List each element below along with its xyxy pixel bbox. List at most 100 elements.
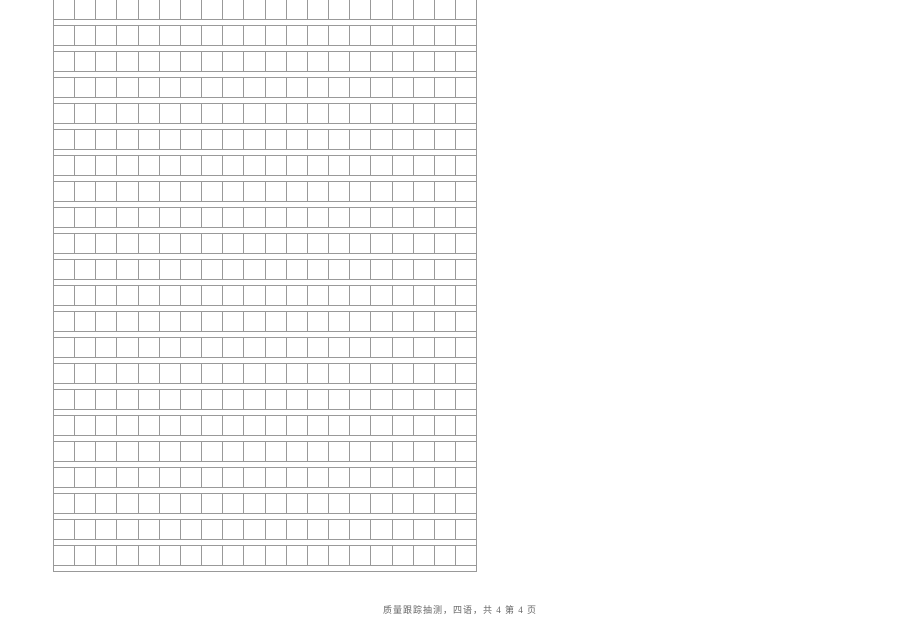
- grid-cell: [308, 234, 329, 253]
- grid-cell: [266, 416, 287, 435]
- grid-row: [53, 364, 477, 390]
- grid-cell: [75, 234, 96, 253]
- grid-cell: [181, 286, 202, 305]
- grid-cell: [329, 26, 350, 45]
- grid-cell: [223, 260, 244, 279]
- grid-cell: [393, 286, 414, 305]
- grid-cell: [393, 546, 414, 565]
- grid-cell: [287, 260, 308, 279]
- grid-cell: [350, 468, 371, 487]
- gap-row: [53, 227, 477, 234]
- grid-cell: [350, 442, 371, 461]
- grid-cell: [223, 390, 244, 409]
- gap-row: [53, 253, 477, 260]
- grid-cell: [308, 390, 329, 409]
- grid-cell: [350, 312, 371, 331]
- grid-cell: [393, 442, 414, 461]
- grid-cell: [329, 416, 350, 435]
- grid-cell: [54, 26, 75, 45]
- grid-cell: [287, 104, 308, 123]
- gap-row: [53, 565, 477, 572]
- gap-row: [53, 383, 477, 390]
- grid-row: [53, 494, 477, 520]
- grid-cell: [244, 286, 265, 305]
- grid-cell: [75, 468, 96, 487]
- grid-cell: [181, 520, 202, 539]
- grid-cell: [139, 208, 160, 227]
- grid-cell: [371, 182, 392, 201]
- grid-cell: [96, 52, 117, 71]
- grid-cell: [160, 286, 181, 305]
- grid-cell: [308, 182, 329, 201]
- grid-cell: [287, 208, 308, 227]
- grid-cell: [223, 312, 244, 331]
- grid-cell: [414, 26, 435, 45]
- grid-cell: [350, 78, 371, 97]
- grid-cell: [371, 156, 392, 175]
- grid-cell: [414, 338, 435, 357]
- grid-cell: [414, 520, 435, 539]
- grid-cell: [435, 130, 456, 149]
- grid-cell: [160, 338, 181, 357]
- grid-cell: [266, 520, 287, 539]
- grid-cell: [202, 182, 223, 201]
- grid-row: [53, 312, 477, 338]
- grid-cell: [287, 286, 308, 305]
- grid-cell: [75, 0, 96, 19]
- grid-cell: [350, 104, 371, 123]
- grid-cell: [54, 468, 75, 487]
- grid-cell: [139, 130, 160, 149]
- grid-cell: [393, 416, 414, 435]
- grid-cell: [266, 78, 287, 97]
- cells-row: [53, 260, 477, 279]
- grid-row: [53, 208, 477, 234]
- grid-cell: [96, 182, 117, 201]
- grid-cell: [244, 520, 265, 539]
- grid-cell: [266, 104, 287, 123]
- grid-cell: [54, 364, 75, 383]
- grid-cell: [96, 442, 117, 461]
- grid-cell: [287, 520, 308, 539]
- cells-row: [53, 442, 477, 461]
- grid-cell: [117, 442, 138, 461]
- grid-cell: [223, 234, 244, 253]
- grid-cell: [160, 260, 181, 279]
- grid-cell: [96, 416, 117, 435]
- grid-cell: [414, 130, 435, 149]
- grid-cell: [456, 286, 477, 305]
- grid-cell: [329, 390, 350, 409]
- grid-cell: [287, 494, 308, 513]
- grid-cell: [435, 494, 456, 513]
- grid-cell: [117, 338, 138, 357]
- grid-cell: [160, 312, 181, 331]
- grid-cell: [435, 182, 456, 201]
- grid-cell: [139, 546, 160, 565]
- grid-cell: [96, 468, 117, 487]
- gap-row: [53, 331, 477, 338]
- grid-cell: [139, 494, 160, 513]
- grid-cell: [456, 364, 477, 383]
- grid-cell: [308, 520, 329, 539]
- grid-cell: [414, 312, 435, 331]
- grid-cell: [456, 546, 477, 565]
- grid-cell: [393, 208, 414, 227]
- grid-cell: [117, 260, 138, 279]
- grid-cell: [435, 312, 456, 331]
- grid-cell: [456, 312, 477, 331]
- grid-cell: [308, 260, 329, 279]
- grid-cell: [350, 26, 371, 45]
- grid-row: [53, 234, 477, 260]
- grid-cell: [244, 208, 265, 227]
- grid-cell: [414, 208, 435, 227]
- cells-row: [53, 312, 477, 331]
- grid-cell: [329, 0, 350, 19]
- grid-cell: [223, 494, 244, 513]
- grid-cell: [160, 208, 181, 227]
- gap-row: [53, 539, 477, 546]
- grid-cell: [456, 52, 477, 71]
- grid-cell: [456, 156, 477, 175]
- gap-row: [53, 487, 477, 494]
- grid-cell: [244, 182, 265, 201]
- grid-cell: [266, 208, 287, 227]
- grid-cell: [75, 338, 96, 357]
